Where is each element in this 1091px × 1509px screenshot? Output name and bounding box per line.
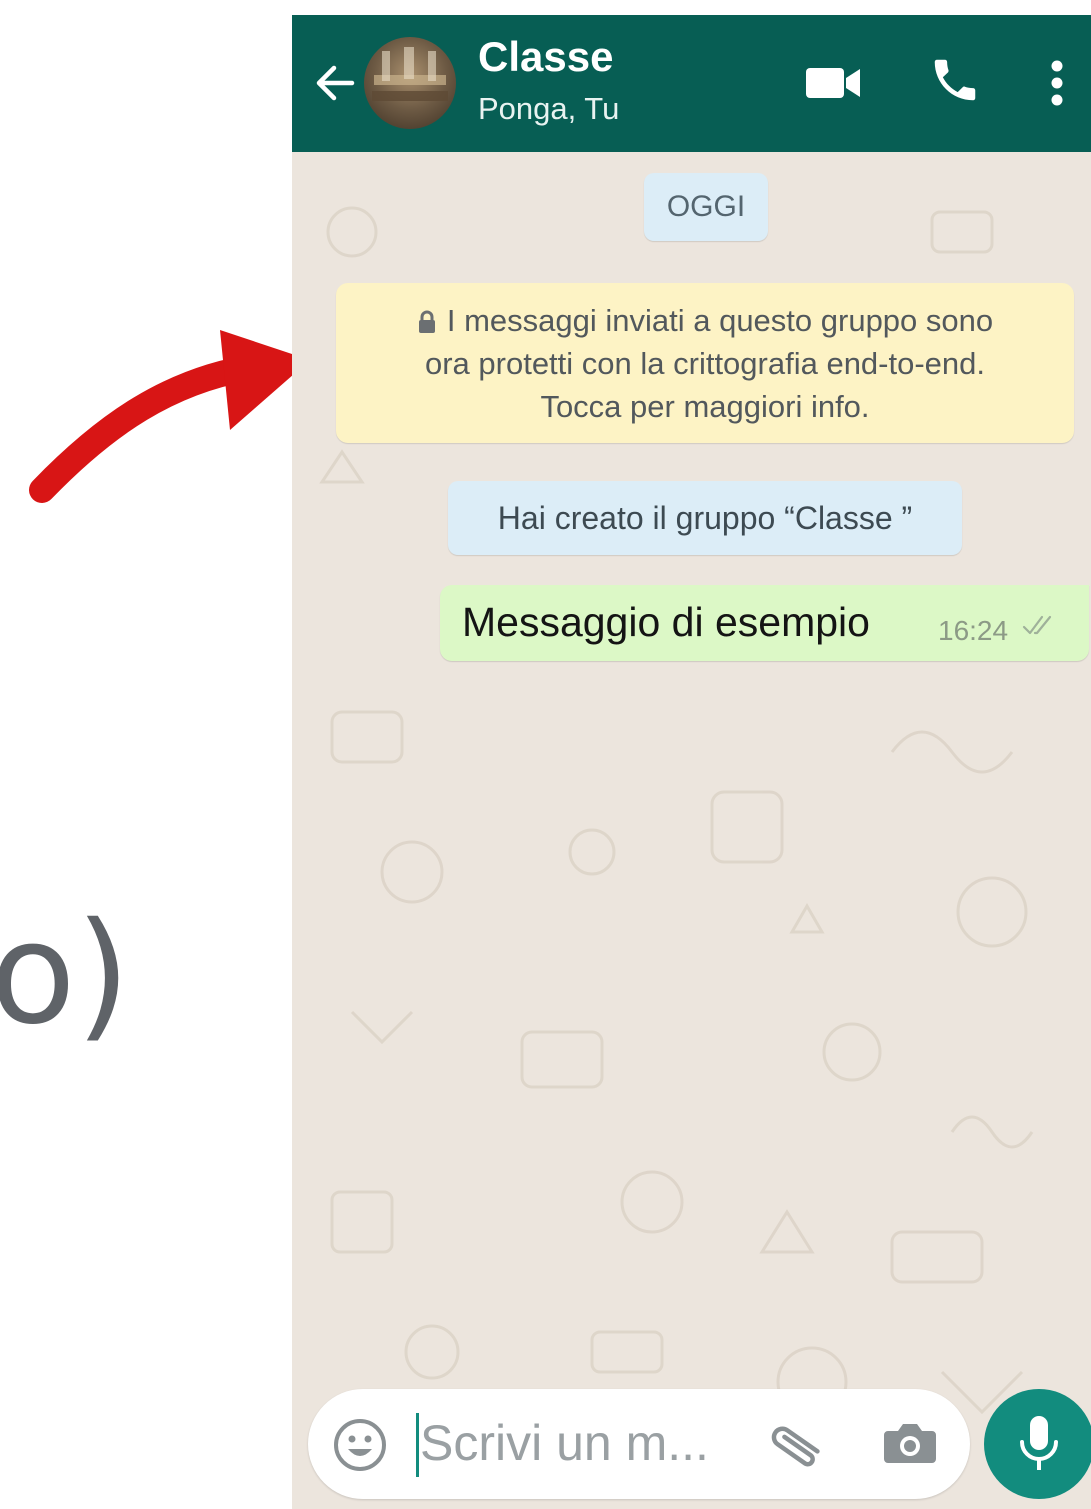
voice-message-button[interactable] [984,1389,1091,1499]
more-vert-icon[interactable] [1050,59,1064,107]
chat-screen: Classe Ponga, Tu OGGI I messaggi inviati… [292,15,1091,1509]
outgoing-message-bubble[interactable]: Messaggio di esempio 16:24 [440,585,1089,661]
message-text: Messaggio di esempio [462,599,870,645]
partial-text-fragment: o) [0,893,131,1056]
chat-title[interactable]: Classe [478,33,613,81]
video-call-icon[interactable] [804,65,864,101]
system-message: Hai creato il gruppo “Classe ” [448,481,962,555]
phone-icon[interactable] [928,53,982,107]
message-time: 16:24 [938,615,1009,646]
encryption-notice-line-3: Tocca per maggiori info. [540,388,870,424]
encryption-notice-line-2: ora protetti con la crittografia end-to-… [424,345,986,381]
lock-icon [418,310,435,334]
group-avatar[interactable] [364,37,456,129]
message-input[interactable]: Scrivi un m... [420,1414,709,1472]
paperclip-icon[interactable] [766,1419,826,1471]
encryption-notice-line-1: I messaggi inviati a questo gruppo sono [446,302,994,338]
microphone-icon [1020,1416,1058,1470]
message-composer[interactable]: Scrivi un m... [308,1389,970,1499]
text-cursor [416,1413,419,1477]
camera-icon[interactable] [882,1419,938,1467]
double-check-icon [1022,615,1052,635]
arrow-left-icon[interactable] [312,60,358,106]
chat-participants[interactable]: Ponga, Tu [478,91,619,127]
date-separator: OGGI [644,173,768,241]
chat-header: Classe Ponga, Tu [292,15,1091,152]
emoji-icon[interactable] [332,1417,388,1473]
encryption-notice[interactable]: I messaggi inviati a questo gruppo sono … [336,283,1074,443]
